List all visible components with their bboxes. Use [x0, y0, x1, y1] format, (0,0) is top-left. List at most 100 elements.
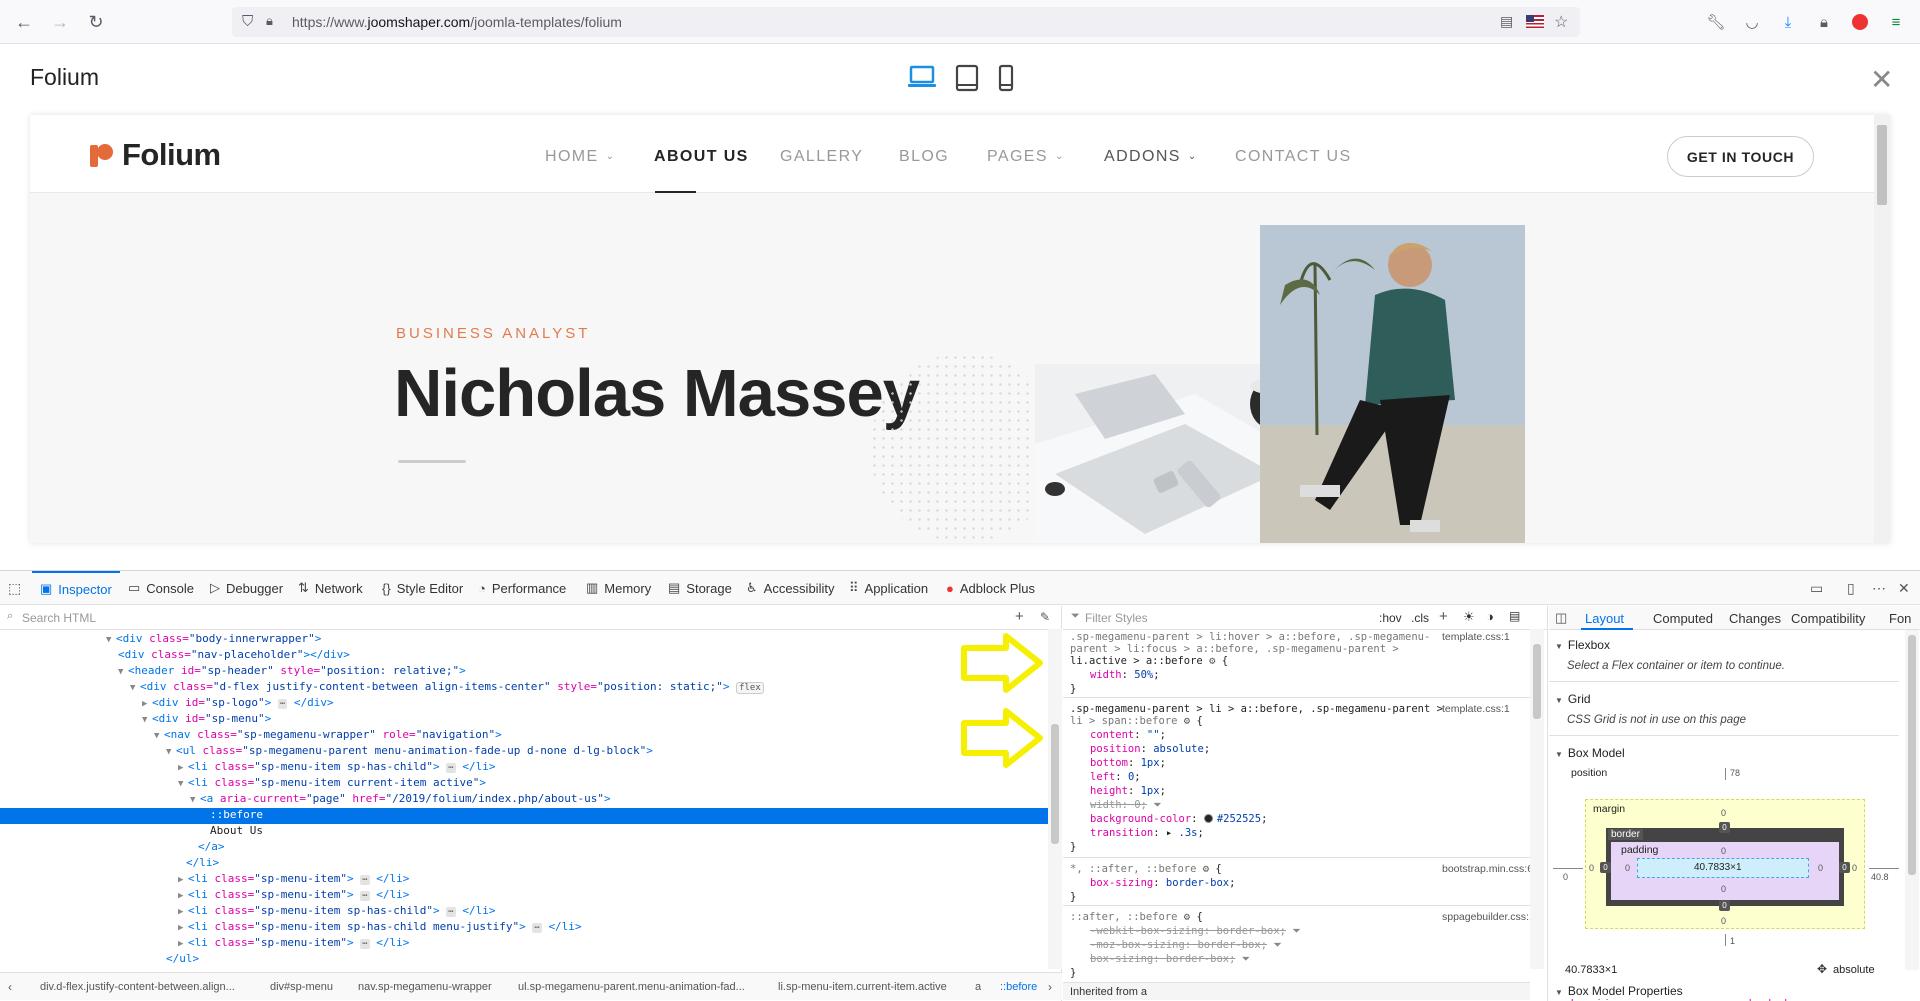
flag-icon[interactable] — [1526, 15, 1544, 28]
rule-source-link[interactable]: bootstrap.min.css:6 — [1442, 863, 1533, 875]
collapse-triangle-icon[interactable]: ▼ — [142, 715, 152, 725]
expand-triangle-icon[interactable]: ▶ — [178, 763, 188, 773]
css-declaration[interactable]: -moz-box-sizing: border-box; ⏷ — [1090, 939, 1282, 952]
lock-icon[interactable]: 🔒︎ — [266, 13, 273, 29]
hover-toggle[interactable]: :hov — [1379, 611, 1402, 625]
rule-source-link[interactable]: sppagebuilder.css:1 — [1442, 911, 1535, 923]
html-tree-node[interactable]: ▼ <div class="body-innerwrapper"> — [106, 632, 321, 648]
css-declaration[interactable]: height: 1px; — [1090, 785, 1166, 797]
html-tree-node[interactable]: ▼ <li class="sp-menu-item current-item ac… — [178, 776, 486, 792]
html-search-input[interactable]: Search HTML — [22, 611, 96, 625]
menu-icon[interactable]: ≡ — [1886, 12, 1906, 32]
flexbox-section-header[interactable]: ▼ Flexbox — [1555, 638, 1610, 652]
add-rule-icon[interactable]: + — [1439, 608, 1448, 625]
menu-item-home[interactable]: HOME ⌄ — [545, 148, 615, 166]
css-rule-line[interactable]: li > span::before ⚙ { — [1070, 715, 1203, 727]
css-selector[interactable]: .sp-megamenu-parent > li > a::before, .s… — [1070, 703, 1443, 715]
collapsed-children-icon[interactable]: ⋯ — [446, 763, 456, 773]
bookmark-star-icon[interactable]: ☆ — [1554, 12, 1568, 32]
html-tree-node[interactable]: ▼ <ul class="sp-megamenu-parent menu-anim… — [166, 744, 653, 760]
bm-margin-left[interactable]: 0 — [1589, 863, 1594, 873]
filter-icon[interactable]: ⏷ — [1235, 953, 1250, 965]
html-tree-node[interactable]: ▼ <a aria-current="page" href="/2019/foli… — [190, 792, 611, 808]
html-tree-node[interactable]: About Us — [210, 824, 263, 840]
expand-triangle-icon[interactable]: ▶ — [178, 939, 188, 949]
html-tree-node[interactable]: ▼ <div class="d-flex justify-content-betw… — [130, 680, 764, 696]
css-declaration[interactable]: box-sizing: border-box; ⏷ — [1090, 953, 1250, 966]
menu-item-contact-us[interactable]: CONTACT US — [1235, 148, 1352, 166]
css-selector[interactable]: .sp-megamenu-parent > li:hover > a::befo… — [1070, 631, 1430, 643]
filter-icon[interactable]: ⏷ — [1147, 799, 1161, 811]
html-tree-node[interactable]: ▶ <li class="sp-menu-item"> ⋯ </li> — [178, 936, 409, 952]
css-rule-line[interactable]: } — [1070, 683, 1076, 695]
menu-item-blog[interactable]: BLOG — [899, 148, 949, 166]
expand-triangle-icon[interactable]: ▶ — [178, 907, 188, 917]
breadcrumb-forward-icon[interactable]: › — [1048, 980, 1052, 994]
tab-console[interactable]: ▭ Console — [128, 571, 194, 605]
breadcrumb-item[interactable]: ::before — [1000, 981, 1037, 993]
css-declaration[interactable]: position: absolute; — [1090, 743, 1210, 755]
tablet-view-icon[interactable] — [952, 64, 982, 92]
responsive-mode-icon[interactable]: ▯ — [1847, 580, 1855, 597]
gear-icon[interactable]: ⚙ — [1177, 715, 1196, 727]
breadcrumb-item[interactable]: li.sp-menu-item.current-item.active — [778, 981, 947, 993]
rule-source-link[interactable]: template.css:1 — [1442, 703, 1510, 715]
add-node-icon[interactable]: + — [1015, 608, 1024, 625]
markup-scrollbar-thumb[interactable] — [1051, 724, 1059, 844]
breadcrumb-item[interactable]: a — [975, 981, 981, 993]
menu-item-gallery[interactable]: GALLERY — [780, 148, 863, 166]
bm-position-right[interactable]: 40.8 — [1871, 872, 1889, 882]
tab-debugger[interactable]: ▷ Debugger — [210, 571, 283, 605]
markup-scrollbar[interactable] — [1048, 629, 1062, 969]
html-tree-node[interactable]: <div class="nav-placeholder"></div> — [118, 648, 350, 664]
tab-application[interactable]: ⠿ Application — [849, 571, 928, 605]
tab-memory[interactable]: ▥ Memory — [586, 571, 651, 605]
bm-position-top[interactable]: 78 — [1730, 768, 1740, 778]
collapse-triangle-icon[interactable]: ▼ — [130, 683, 140, 693]
html-tree-node[interactable]: ▶ <li class="sp-menu-item sp-has-child"> … — [178, 760, 495, 776]
collapsed-children-icon[interactable]: ⋯ — [360, 875, 370, 885]
html-tree-node[interactable]: ▶ <li class="sp-menu-item"> ⋯ </li> — [178, 888, 409, 904]
bm-margin-top[interactable]: 0 — [1721, 808, 1726, 818]
html-tree-node[interactable]: </ul> — [166, 952, 199, 968]
more-options-icon[interactable]: ⋯ — [1872, 580, 1886, 597]
preview-scrollbar-thumb[interactable] — [1877, 125, 1887, 205]
desktop-view-icon[interactable] — [907, 64, 937, 92]
html-tree-node[interactable]: ▼ <nav class="sp-megamenu-wrapper" role="… — [154, 728, 502, 744]
html-tree-node[interactable]: ▶ <li class="sp-menu-item sp-has-child"> … — [178, 904, 495, 920]
gear-icon[interactable]: ⚙ — [1203, 655, 1222, 667]
shield-icon[interactable]: ⛉ — [242, 13, 253, 30]
toggle-sidebar-icon[interactable]: ◫ — [1555, 610, 1567, 626]
tab-adblock-plus[interactable]: ● Adblock Plus — [946, 571, 1035, 605]
expand-triangle-icon[interactable]: ▶ — [178, 875, 188, 885]
downloads-icon[interactable]: ⤓ — [1778, 12, 1798, 32]
bm-position-left[interactable]: 0 — [1563, 872, 1568, 882]
back-arrow-icon[interactable]: ← — [12, 10, 36, 34]
collapse-triangle-icon[interactable]: ▼ — [190, 795, 200, 805]
html-tree-node[interactable]: </a> — [198, 840, 225, 856]
menu-item-addons[interactable]: ADDONS ⌄ — [1104, 148, 1198, 166]
expand-triangle-icon[interactable]: ▶ — [142, 699, 152, 709]
grid-section-header[interactable]: ▼ Grid — [1555, 692, 1591, 706]
wrench-icon[interactable]: 🔧︎ — [1706, 12, 1726, 32]
filter-icon[interactable]: ⏷ — [1286, 925, 1300, 937]
layout-scrollbar[interactable] — [1905, 630, 1919, 970]
filter-icon[interactable]: ⏷ — [1267, 939, 1281, 951]
css-rule-line[interactable]: li.active > a::before ⚙ { — [1070, 655, 1228, 667]
html-tree-node[interactable]: ▼ <div id="sp-menu"> — [142, 712, 271, 728]
css-declaration[interactable]: content: ""; — [1090, 729, 1166, 741]
bm-margin-right[interactable]: 0 — [1852, 863, 1857, 873]
breadcrumb-back-icon[interactable]: ‹ — [8, 980, 12, 994]
bm-padding-left[interactable]: 0 — [1625, 863, 1630, 873]
forward-arrow-icon[interactable]: → — [48, 10, 72, 34]
reload-icon[interactable]: ↻ — [84, 10, 108, 34]
css-declaration[interactable]: -webkit-box-sizing: border-box; ⏷ — [1090, 925, 1301, 938]
css-rule-line[interactable]: } — [1070, 841, 1076, 853]
pocket-icon[interactable]: ◡ — [1742, 12, 1762, 32]
box-model-section-header[interactable]: ▼ Box Model — [1555, 746, 1625, 760]
collapsed-children-icon[interactable]: ⋯ — [360, 891, 370, 901]
bm-border-top[interactable]: 0 — [1719, 822, 1730, 833]
print-media-icon[interactable]: ▤ — [1509, 609, 1520, 623]
css-selector[interactable]: ::after, ::before ⚙ { — [1070, 911, 1203, 923]
collapse-triangle-icon[interactable]: ▼ — [106, 635, 116, 645]
